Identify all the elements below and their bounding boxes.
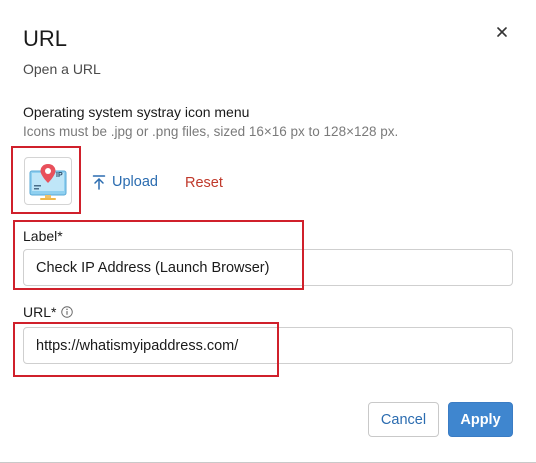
reset-button[interactable]: Reset xyxy=(185,175,223,191)
info-icon[interactable] xyxy=(61,306,74,318)
url-dialog: URL Open a URL Operating system systray … xyxy=(0,0,536,463)
upload-label: Upload xyxy=(112,174,158,190)
systray-icon-help: Icons must be .jpg or .png files, sized … xyxy=(23,124,399,139)
upload-icon xyxy=(92,175,106,190)
url-field-label: URL* xyxy=(23,304,74,320)
icon-badge-text: IP xyxy=(56,172,63,179)
apply-button[interactable]: Apply xyxy=(448,402,513,437)
dialog-title: URL xyxy=(23,26,68,51)
url-input[interactable] xyxy=(23,327,513,364)
dialog-subtitle: Open a URL xyxy=(23,61,101,77)
close-icon[interactable] xyxy=(490,20,514,44)
label-field-text: Label* xyxy=(23,228,63,244)
label-field-label: Label* xyxy=(23,228,63,244)
url-field-text: URL* xyxy=(23,304,57,320)
systray-icon-label: Operating system systray icon menu xyxy=(23,104,250,120)
systray-icon-preview[interactable]: IP xyxy=(24,157,72,205)
ip-address-monitor-icon: IP xyxy=(29,164,67,200)
upload-button[interactable]: Upload xyxy=(92,174,158,190)
cancel-button[interactable]: Cancel xyxy=(368,402,439,437)
label-input[interactable] xyxy=(23,249,513,286)
